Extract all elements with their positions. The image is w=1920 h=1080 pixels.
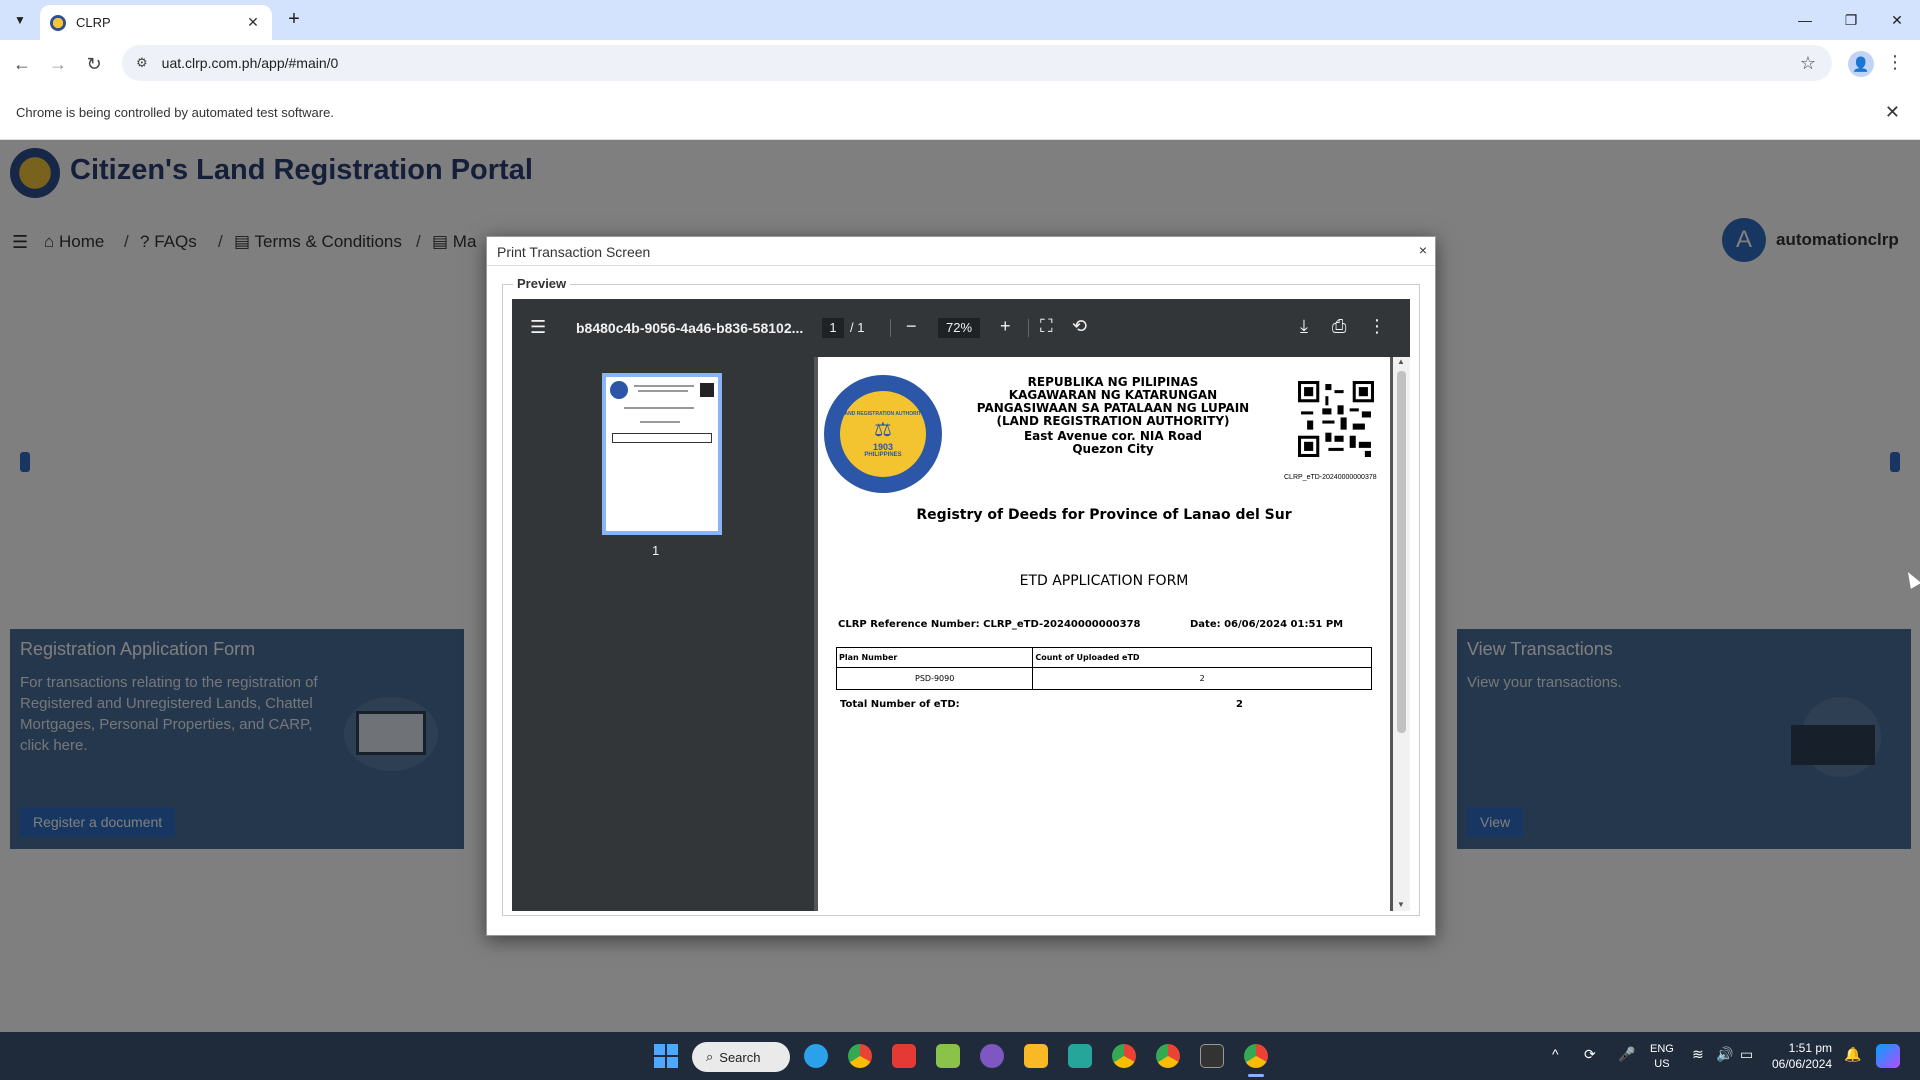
forward-arrow-icon[interactable]: → [44,50,72,78]
copilot-icon[interactable] [1876,1044,1900,1068]
address-bar[interactable]: ⚙ uat.clrp.com.ph/app/#main/0 ☆ [122,45,1832,81]
new-tab-plus-icon[interactable]: + [282,8,306,32]
tray-chevron-icon[interactable]: ^ [1552,1046,1559,1062]
scrollbar-thumb[interactable] [1397,371,1406,733]
browser-tab[interactable]: CLRP ✕ [40,5,272,40]
pdf-page-total: / 1 [850,320,865,335]
lra-seal-icon: LAND REGISTRATION AUTHORITY ⚖ 1903 PHILI… [824,375,942,493]
pdf-sidebar-menu-icon[interactable]: ☰ [530,317,546,338]
registry-title: Registry of Deeds for Province of Lanao … [916,507,1292,523]
search-icon: ⌕ [706,1049,714,1064]
pdf-viewer: ☰ b8480c4b-9056-4a46-b836-58102... 1 / 1… [512,299,1410,911]
table-header: Plan Number [835,647,1034,668]
print-icon[interactable]: ⎙ [1332,316,1346,337]
fit-page-icon[interactable]: ⛶ [1040,316,1053,337]
language-indicator[interactable]: ENG US [1650,1042,1674,1072]
scroll-up-icon[interactable]: ▲ [1397,357,1405,366]
chrome-profile-icon[interactable] [1156,1044,1180,1068]
taskbar-search[interactable]: ⌕ Search [692,1042,790,1072]
minimize-icon[interactable]: — [1782,0,1828,40]
notification-bell-icon[interactable]: 🔔 [1844,1046,1861,1063]
scroll-down-icon[interactable]: ▼ [1397,900,1405,909]
file-explorer-icon[interactable] [1024,1044,1048,1068]
url-text[interactable]: uat.clrp.com.ph/app/#main/0 [162,55,1800,71]
clrp-favicon-icon [50,14,66,31]
anydesk-icon[interactable] [892,1044,916,1068]
pdf-zoom-input[interactable]: 72% [938,318,980,338]
chrome-icon[interactable] [848,1044,872,1068]
volume-icon[interactable]: 🔊 [1716,1046,1733,1063]
profile-icon[interactable]: 👤 [1848,51,1874,77]
wifi-icon[interactable]: ≋ [1692,1046,1704,1063]
sync-icon[interactable]: ⟳ [1584,1046,1596,1063]
etd-table: Plan Number Count of Uploaded eTD PSD-90… [835,647,1372,690]
zoom-out-icon[interactable]: − [906,316,917,337]
battery-icon[interactable]: ▭ [1740,1046,1753,1063]
document-header: REPUBLIKA NG PILIPINAS KAGAWARAN NG KATA… [976,375,1250,456]
app-icon[interactable] [980,1044,1004,1068]
bookmark-star-icon[interactable]: ☆ [1800,53,1816,74]
pdf-page-input[interactable]: 1 [822,318,844,338]
pdf-page: LAND REGISTRATION AUTHORITY ⚖ 1903 PHILI… [818,357,1390,911]
modal-header: Print Transaction Screen × [487,237,1435,266]
qr-caption: CLRP_eTD-20240000000378 [1284,474,1377,481]
browser-tab-bar: ▼ CLRP ✕ + — ❐ ✕ [0,0,1920,40]
windows-start-icon[interactable] [654,1044,678,1068]
chrome-active-icon[interactable] [1244,1044,1268,1068]
reference-number: CLRP Reference Number: CLRP_eTD-20240000… [838,619,1141,630]
rotate-icon[interactable]: ⟲ [1072,316,1087,337]
browser-menu-icon[interactable]: ⋮ [1886,52,1904,73]
pdf-filename: b8480c4b-9056-4a46-b836-58102... [576,320,804,336]
notepad-icon[interactable] [936,1044,960,1068]
infobar-close-icon[interactable]: ✕ [1885,102,1900,123]
pdf-thumbnail-sidebar: 1 [512,357,814,911]
pdf-scrollbar[interactable]: ▲ ▼ [1393,357,1410,911]
pdf-toolbar: ☰ b8480c4b-9056-4a46-b836-58102... 1 / 1… [512,299,1410,357]
page-thumbnail[interactable] [602,373,722,535]
site-info-icon[interactable]: ⚙ [136,55,148,71]
form-title: ETD APPLICATION FORM [1019,573,1189,589]
edge-icon[interactable] [804,1044,828,1068]
download-icon[interactable]: ⤓ [1300,316,1308,337]
pdf-more-icon[interactable]: ⋮ [1368,316,1386,337]
qr-code-icon [1298,381,1374,457]
chat-icon[interactable] [1068,1044,1092,1068]
browser-toolbar: ← → ↻ ⚙ uat.clrp.com.ph/app/#main/0 ☆ 👤 … [0,40,1920,86]
tab-close-icon[interactable]: ✕ [244,14,262,31]
chrome-profile-icon[interactable] [1112,1044,1136,1068]
modal-close-icon[interactable]: × [1419,242,1427,258]
restore-icon[interactable]: ❐ [1828,0,1874,40]
table-header: Count of Uploaded eTD [1032,647,1372,668]
back-arrow-icon[interactable]: ← [8,50,36,78]
reload-icon[interactable]: ↻ [80,50,108,78]
window-close-icon[interactable]: ✕ [1874,0,1920,40]
active-app-indicator [1248,1074,1264,1077]
total-label: Total Number of eTD: [840,699,960,710]
microphone-icon[interactable]: 🎤 [1618,1046,1635,1063]
windows-taskbar: ⌕ Search ^ ⟳ 🎤 ENG US ≋ 🔊 ▭ 1:51 pm 06/06… [0,1032,1920,1080]
document-date: Date: 06/06/2024 01:51 PM [1190,619,1344,630]
automation-infobar: Chrome is being controlled by automated … [0,86,1920,140]
modal-title: Print Transaction Screen [497,244,651,260]
terminal-icon[interactable] [1200,1044,1224,1068]
thumbnail-page-number: 1 [652,543,660,558]
zoom-in-icon[interactable]: + [1000,316,1011,337]
preview-legend: Preview [513,276,571,291]
table-row: PSD-9090 2 [835,667,1372,690]
system-clock[interactable]: 1:51 pm 06/06/2024 [1772,1040,1832,1072]
total-value: 2 [1236,699,1243,710]
tab-title: CLRP [76,15,111,30]
tab-search-chevron-icon[interactable]: ▼ [8,8,32,32]
infobar-text: Chrome is being controlled by automated … [16,105,334,120]
print-transaction-modal: Print Transaction Screen × Preview ☰ b84… [486,236,1436,936]
